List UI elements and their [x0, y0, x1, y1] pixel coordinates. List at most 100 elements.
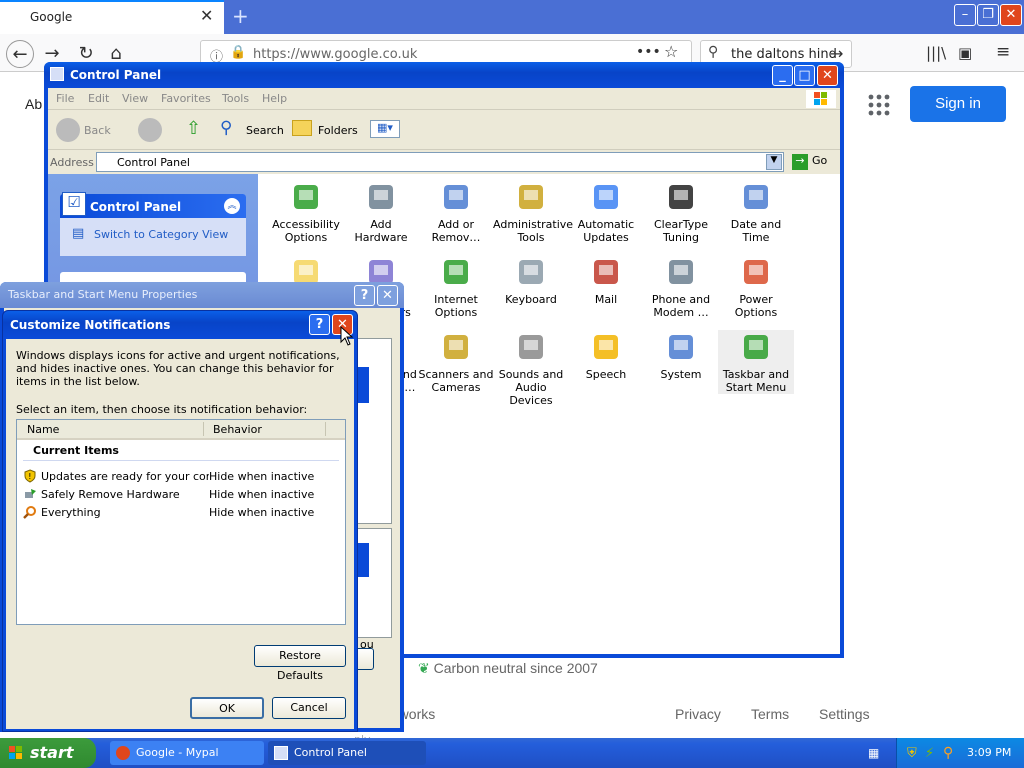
control-panel-item[interactable]: Mail: [568, 255, 644, 306]
new-tab-icon[interactable]: +: [232, 4, 249, 28]
control-panel-titlebar[interactable]: Control Panel: [44, 62, 844, 88]
shield-icon[interactable]: ⛨: [907, 746, 917, 761]
back-button[interactable]: Back: [84, 124, 111, 137]
notification-items-list[interactable]: Name Behavior Current Items ! Updates ar…: [16, 419, 346, 625]
search-button[interactable]: Search: [246, 124, 284, 137]
control-panel-item[interactable]: Speech: [568, 330, 644, 381]
menu-favorites[interactable]: Favorites: [161, 92, 211, 105]
control-panel-item[interactable]: Administrative Tools: [493, 180, 573, 244]
close-icon[interactable]: ✕: [1000, 4, 1022, 26]
folders-icon[interactable]: [292, 120, 312, 136]
cancel-button[interactable]: Cancel: [272, 697, 346, 719]
control-panel-item[interactable]: Add Hardware: [343, 180, 419, 244]
forward-icon[interactable]: [138, 118, 162, 142]
notification-preview: [356, 528, 392, 638]
control-panel-item[interactable]: Power Options: [718, 255, 794, 319]
menu-edit[interactable]: Edit: [88, 92, 109, 105]
close-button[interactable]: ✕: [377, 285, 398, 306]
taskbar-properties-titlebar[interactable]: Taskbar and Start Menu Properties: [0, 282, 404, 308]
leaf-icon: ❦: [418, 660, 430, 676]
menu-view[interactable]: View: [122, 92, 148, 105]
apps-grid-icon[interactable]: [868, 94, 890, 116]
address-dropdown-icon[interactable]: ▼: [766, 154, 782, 170]
behavior-column-header[interactable]: Behavior: [213, 423, 262, 436]
taskbar-startmenu-icon: [739, 330, 773, 364]
list-item[interactable]: ! Updates are ready for your com... Hide…: [23, 468, 343, 486]
minimize-button[interactable]: _: [772, 65, 793, 86]
restore-defaults-button[interactable]: Restore Defaults: [254, 645, 346, 682]
control-panel-item[interactable]: Taskbar and Start Menu: [718, 330, 794, 394]
terms-link[interactable]: Terms: [751, 706, 789, 722]
menu-file[interactable]: File: [56, 92, 74, 105]
control-panel-item[interactable]: Internet Options: [418, 255, 494, 319]
safely-remove-icon[interactable]: ⚡: [925, 746, 934, 761]
control-panel-item[interactable]: ClearType Tuning: [643, 180, 719, 244]
browser-tab[interactable]: Google: [0, 0, 224, 34]
column-divider[interactable]: [203, 422, 204, 436]
go-arrow-icon[interactable]: →: [792, 154, 808, 170]
item-behavior[interactable]: Hide when inactive: [209, 470, 314, 483]
magnifier-icon[interactable]: ⚲: [943, 745, 953, 761]
keyboard-icon[interactable]: ▦: [868, 746, 879, 760]
control-panel-icon: [274, 746, 288, 760]
svg-text:!: !: [28, 472, 31, 481]
window-title: Control Panel: [70, 68, 162, 82]
control-panel-item[interactable]: System: [643, 330, 719, 381]
control-panel-item[interactable]: Accessibility Options: [268, 180, 344, 244]
control-panel-item-label: Phone and Modem …: [651, 293, 711, 319]
keyboard-icon: [514, 255, 548, 289]
maximize-button[interactable]: □: [794, 65, 815, 86]
menu-icon[interactable]: ≡: [996, 42, 1010, 62]
menu-tools[interactable]: Tools: [222, 92, 249, 105]
item-behavior[interactable]: Hide when inactive: [209, 488, 314, 501]
address-input[interactable]: Control Panel: [96, 152, 784, 172]
control-panel-item[interactable]: Keyboard: [493, 255, 569, 306]
privacy-link[interactable]: Privacy: [675, 706, 721, 722]
minimize-icon[interactable]: –: [954, 4, 976, 26]
control-panel-item[interactable]: Date and Time: [718, 180, 794, 244]
search-icon[interactable]: ⚲: [220, 118, 232, 138]
back-icon[interactable]: [56, 118, 80, 142]
folders-button[interactable]: Folders: [318, 124, 358, 137]
help-button[interactable]: ?: [354, 285, 375, 306]
google-about-link[interactable]: Ab: [25, 96, 42, 112]
column-divider[interactable]: [325, 422, 326, 436]
page-actions-icon[interactable]: •••: [636, 44, 661, 60]
list-item[interactable]: Safely Remove Hardware Hide when inactiv…: [23, 486, 343, 504]
taskbar-item-control-panel[interactable]: Control Panel: [268, 741, 426, 765]
help-button[interactable]: ?: [309, 314, 330, 335]
ok-button[interactable]: OK: [190, 697, 264, 719]
views-icon[interactable]: ▦▾: [370, 120, 400, 138]
back-arrow-icon[interactable]: ←: [6, 40, 34, 68]
collapse-icon[interactable]: ︽: [224, 198, 240, 214]
control-panel-item[interactable]: Automatic Updates: [568, 180, 644, 244]
cleartype-icon: [664, 180, 698, 214]
start-button[interactable]: start: [0, 738, 96, 768]
sidebar-icon[interactable]: ▣: [958, 44, 972, 62]
up-folder-icon[interactable]: ⇧: [186, 118, 201, 139]
control-panel-item[interactable]: Scanners and Cameras: [418, 330, 494, 394]
bookmark-star-icon[interactable]: ☆: [664, 42, 678, 61]
go-arrow-icon[interactable]: →: [830, 44, 843, 63]
restore-icon[interactable]: ❐: [977, 4, 999, 26]
item-behavior[interactable]: Hide when inactive: [209, 506, 314, 519]
close-tab-icon[interactable]: ✕: [200, 6, 213, 25]
group-divider: [23, 460, 339, 461]
name-column-header[interactable]: Name: [27, 423, 59, 436]
close-button[interactable]: ✕: [817, 65, 838, 86]
settings-link[interactable]: Settings: [819, 706, 870, 722]
library-icon[interactable]: |||\: [926, 44, 946, 62]
list-item[interactable]: Everything Hide when inactive: [23, 504, 343, 522]
sign-in-button[interactable]: Sign in: [910, 86, 1006, 122]
control-panel-item[interactable]: Add or Remov…: [418, 180, 494, 244]
scanners-icon: [439, 330, 473, 364]
task-box-header[interactable]: Control Panel: [60, 194, 246, 218]
menu-help[interactable]: Help: [262, 92, 287, 105]
clock[interactable]: 3:09 PM: [967, 746, 1011, 759]
control-panel-item[interactable]: Sounds and Audio Devices: [493, 330, 569, 407]
switch-category-view-link[interactable]: Switch to Category View: [94, 228, 228, 241]
taskbar-item-mypal[interactable]: Google - Mypal: [110, 741, 264, 765]
control-panel-item[interactable]: Phone and Modem …: [643, 255, 719, 319]
customize-notifications-titlebar[interactable]: Customize Notifications: [3, 311, 357, 339]
go-button[interactable]: Go: [812, 154, 827, 167]
